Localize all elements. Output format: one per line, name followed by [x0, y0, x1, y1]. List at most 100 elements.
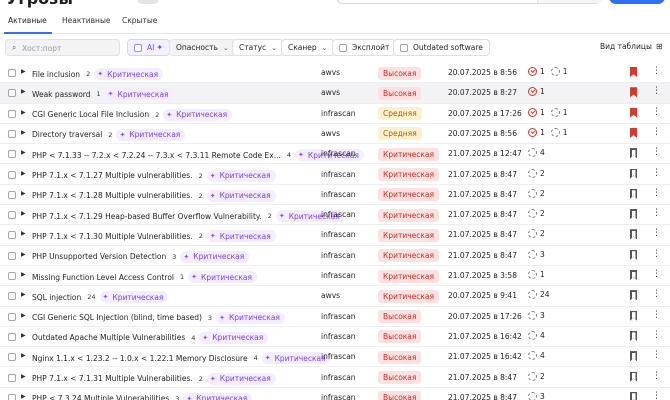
- tab-inactive[interactable]: Неактивные: [62, 16, 110, 25]
- row-checkbox[interactable]: [8, 129, 16, 138]
- row-checkbox[interactable]: [8, 211, 16, 220]
- expand-caret-icon[interactable]: ▶: [21, 109, 26, 116]
- ai-checkbox[interactable]: [134, 43, 142, 52]
- row-checkbox[interactable]: [8, 69, 16, 77]
- expand-caret-icon[interactable]: ▶: [21, 190, 26, 197]
- bookmark-icon[interactable]: [630, 168, 637, 179]
- table-row[interactable]: ▶ CGI Generic Local File Inclusion 2 ✦ Крити…: [0, 104, 670, 124]
- table-row[interactable]: ▶ PHP < 7.3.24 Multiple Vulnerabilities 3 ✦…: [0, 388, 670, 400]
- row-checkbox[interactable]: [8, 393, 16, 400]
- row-checkbox[interactable]: [8, 190, 16, 199]
- more-options-icon[interactable]: ⋮: [652, 310, 661, 320]
- more-options-icon[interactable]: ⋮: [652, 228, 661, 238]
- threat-name[interactable]: PHP 7.1.x < 7.1.30 Multiple Vulnerabilit…: [32, 232, 193, 241]
- threat-name[interactable]: CGI Generic Local File Inclusion: [32, 110, 149, 119]
- bookmark-icon[interactable]: [630, 188, 637, 199]
- table-row[interactable]: ▶ Directory traversal 2 ✦ Критическая awvs Сре…: [0, 124, 670, 145]
- threat-name[interactable]: PHP 7.1.x < 7.1.31 Multiple Vulnerabilit…: [32, 374, 193, 383]
- table-row[interactable]: ▶ PHP < 7.1.33 -- 7.2.x < 7.2.24 -- 7.3.x…: [0, 144, 670, 165]
- more-options-icon[interactable]: ⋮: [652, 188, 661, 198]
- expand-caret-icon[interactable]: ▶: [21, 251, 26, 258]
- table-row[interactable]: ▶ Outdated Apache Multiple Vulnerabilitie…: [0, 327, 670, 348]
- tab-hidden[interactable]: Скрытые: [122, 16, 157, 25]
- expand-caret-icon[interactable]: ▶: [21, 88, 26, 95]
- bookmark-icon[interactable]: [630, 270, 637, 280]
- row-checkbox[interactable]: [8, 373, 16, 382]
- threat-name[interactable]: CGI Generic SQL Injection (blind, time b…: [32, 313, 202, 322]
- table-row[interactable]: ▶ PHP 7.1.x < 7.1.31 Multiple Vulnerabili…: [0, 368, 670, 388]
- scanner-filter[interactable]: Сканер ⌄: [281, 39, 335, 56]
- row-checkbox[interactable]: [8, 312, 16, 321]
- threat-name[interactable]: PHP < 7.3.24 Multiple Vulnerabilities: [32, 394, 169, 400]
- bookmark-icon[interactable]: [630, 249, 637, 260]
- threat-name[interactable]: Nginx 1.1.x < 1.23.2 -- 1.0.x < 1.22.1 M…: [32, 354, 248, 363]
- expand-caret-icon[interactable]: ▶: [21, 149, 26, 156]
- more-options-icon[interactable]: ⋮: [652, 168, 661, 178]
- threat-name[interactable]: PHP 7.1.x < 7.1.28 Multiple vulnerabilit…: [32, 191, 193, 200]
- bookmark-icon[interactable]: [630, 209, 637, 220]
- expand-caret-icon[interactable]: ▶: [21, 393, 26, 400]
- more-options-icon[interactable]: ⋮: [652, 107, 661, 117]
- view-toggle[interactable]: [137, 0, 159, 4]
- expand-caret-icon[interactable]: ▶: [21, 230, 26, 237]
- threat-name[interactable]: File inclusion: [32, 70, 80, 79]
- bookmark-icon[interactable]: [630, 371, 637, 382]
- table-row[interactable]: ▶ PHP 7.1.x < 7.1.27 Multiple vulnerabili…: [0, 165, 670, 185]
- more-options-icon[interactable]: ⋮: [652, 289, 661, 299]
- outdated-checkbox[interactable]: [400, 43, 408, 52]
- threat-name[interactable]: Directory traversal: [32, 130, 102, 139]
- expand-caret-icon[interactable]: ▶: [21, 170, 26, 177]
- row-checkbox[interactable]: [8, 89, 16, 98]
- table-row[interactable]: ▶ Weak password 1 ✦ Критическая awvs Высокая 20…: [0, 83, 670, 104]
- row-checkbox[interactable]: [8, 251, 16, 260]
- expand-caret-icon[interactable]: ▶: [21, 210, 26, 217]
- bookmark-icon[interactable]: [630, 107, 637, 118]
- table-row[interactable]: ▶ PHP 7.1.x < 7.1.29 Heap-based Buffer Ov…: [0, 205, 670, 226]
- expand-caret-icon[interactable]: ▶: [21, 271, 26, 278]
- search-segment[interactable]: [537, 0, 603, 3]
- bookmark-icon[interactable]: [630, 310, 637, 321]
- more-options-icon[interactable]: ⋮: [652, 269, 661, 279]
- row-checkbox[interactable]: [8, 332, 16, 341]
- expand-caret-icon[interactable]: ▶: [21, 291, 26, 298]
- threat-name[interactable]: PHP 7.1.x < 7.1.29 Heap-based Buffer Ove…: [32, 212, 262, 221]
- danger-filter[interactable]: Опасность ⌄: [169, 39, 236, 56]
- host-search[interactable]: ⌕: [5, 39, 120, 56]
- row-checkbox[interactable]: [8, 292, 16, 301]
- bookmark-icon[interactable]: [630, 148, 637, 159]
- table-row[interactable]: ▶ SQL injection 24 ✦ Критическая awvs Критичес…: [0, 286, 670, 307]
- row-checkbox[interactable]: [8, 231, 16, 240]
- exploit-checkbox[interactable]: [339, 43, 347, 52]
- more-options-icon[interactable]: ⋮: [652, 66, 661, 76]
- threat-name[interactable]: Missing Function Level Access Control: [32, 273, 174, 282]
- threat-name[interactable]: SQL injection: [32, 293, 81, 302]
- status-filter[interactable]: Статус ⌄: [232, 39, 285, 56]
- row-checkbox[interactable]: [8, 353, 16, 362]
- expand-caret-icon[interactable]: ▶: [21, 129, 26, 136]
- table-view-button[interactable]: Вид таблицы ⊞: [600, 42, 663, 51]
- primary-action-button[interactable]: [609, 0, 665, 4]
- table-row[interactable]: ▶ PHP 7.1.x < 7.1.28 Multiple vulnerabili…: [0, 185, 670, 206]
- more-options-icon[interactable]: ⋮: [652, 371, 661, 381]
- table-row[interactable]: ▶ PHP Unsupported Version Detection 3 ✦ Крит…: [0, 246, 670, 266]
- row-checkbox[interactable]: [8, 150, 16, 159]
- more-options-icon[interactable]: ⋮: [652, 147, 661, 157]
- table-row[interactable]: ▶ PHP 7.1.x < 7.1.30 Multiple Vulnerabili…: [0, 225, 670, 246]
- host-search-input[interactable]: [22, 42, 117, 54]
- more-options-icon[interactable]: ⋮: [652, 330, 661, 340]
- threat-name[interactable]: PHP 7.1.x < 7.1.27 Multiple vulnerabilit…: [32, 171, 193, 180]
- exploit-filter[interactable]: Эксплойт: [332, 39, 397, 56]
- row-checkbox[interactable]: [8, 109, 16, 118]
- bookmark-icon[interactable]: [630, 87, 637, 98]
- table-row[interactable]: ▶ Missing Function Level Access Control 1 ✦…: [0, 266, 670, 287]
- outdated-filter[interactable]: Outdated software: [393, 39, 490, 56]
- bookmark-icon[interactable]: [630, 127, 637, 138]
- more-options-icon[interactable]: ⋮: [652, 208, 661, 218]
- more-options-icon[interactable]: ⋮: [652, 127, 661, 137]
- expand-caret-icon[interactable]: ▶: [21, 352, 26, 359]
- table-row[interactable]: ▶ Nginx 1.1.x < 1.23.2 -- 1.0.x < 1.22.1 …: [0, 347, 670, 368]
- row-checkbox[interactable]: [8, 170, 16, 179]
- threat-name[interactable]: PHP Unsupported Version Detection: [32, 252, 166, 261]
- threat-name[interactable]: Weak password: [32, 90, 91, 99]
- more-options-icon[interactable]: ⋮: [652, 86, 661, 96]
